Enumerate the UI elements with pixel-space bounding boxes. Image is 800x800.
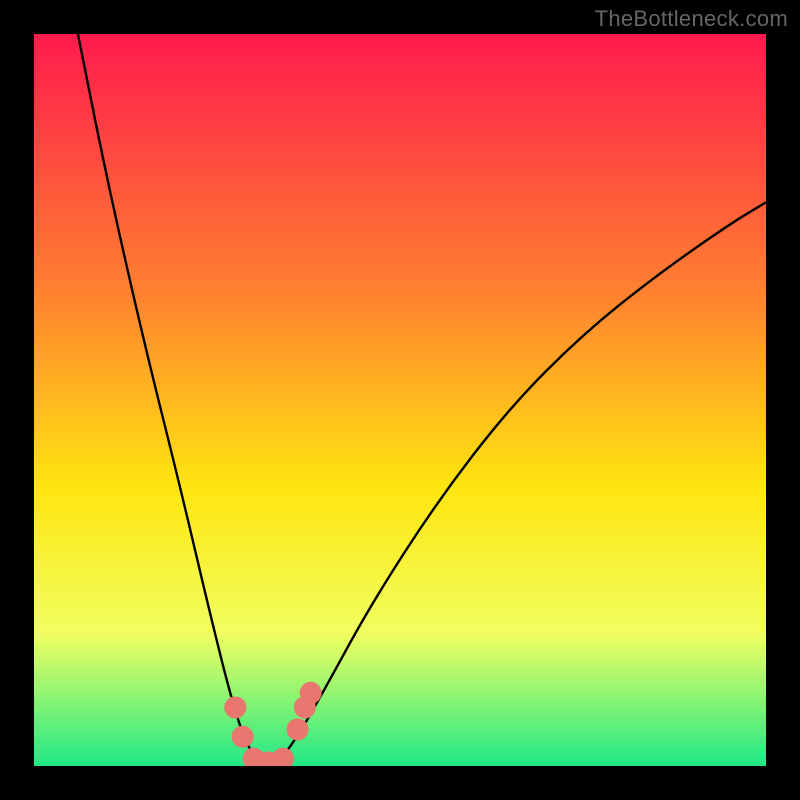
highlight-dot	[272, 748, 294, 770]
bottleneck-chart	[0, 0, 800, 800]
watermark-text: TheBottleneck.com	[595, 6, 788, 32]
highlight-dot	[287, 718, 309, 740]
plot-background	[34, 34, 766, 766]
highlight-dot	[232, 726, 254, 748]
highlight-dot	[224, 696, 246, 718]
highlight-dot	[300, 682, 322, 704]
chart-frame: TheBottleneck.com	[0, 0, 800, 800]
